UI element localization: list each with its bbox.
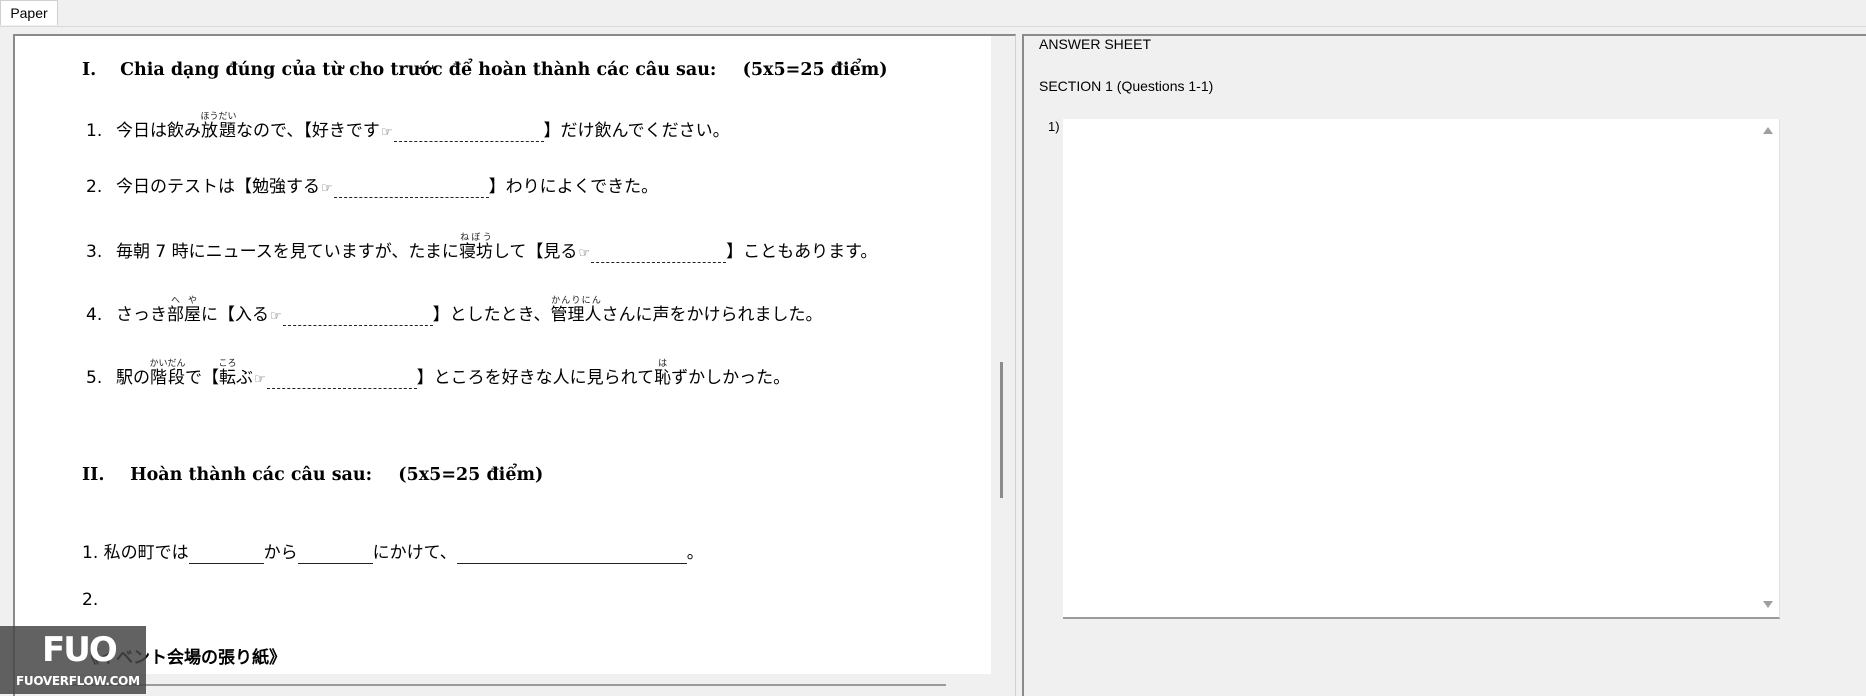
section-2-score: (5x5=25 điểm) xyxy=(398,465,544,485)
answer-blank xyxy=(393,123,544,142)
question-text: 】ところを好きな人に見られて xyxy=(416,368,655,388)
scroll-down-arrow-icon[interactable] xyxy=(1763,601,1773,608)
question-text: 】としたとき、 xyxy=(432,305,551,325)
question-text: 1. 私の町では xyxy=(82,543,189,563)
tab-paper[interactable]: Paper xyxy=(0,0,58,25)
section-1-score: (5x5=25 điểm) xyxy=(742,60,888,80)
question-text: 毎朝 7 時にニュースを見ていますが、たまに xyxy=(116,242,459,262)
question-text: にかけて、 xyxy=(372,543,457,563)
pointing-hand-icon: ☞ xyxy=(270,309,282,324)
question-text: 今日のテストは【勉強する xyxy=(116,177,320,197)
question-4: 4. さっき部屋へやに【入る☞ 】としたとき、管理人かんりにんさんに声をかけられまし… xyxy=(86,296,822,326)
question-number: 1. xyxy=(86,121,103,141)
pointing-hand-icon: ☞ xyxy=(578,246,591,261)
question-text: 】こともあります。 xyxy=(726,242,878,262)
section-2-number: II. xyxy=(82,465,105,485)
furigana: 寝坊ねぼう xyxy=(458,233,493,262)
section-1-title: I. Chia dạng đúng của từ cho trước để ho… xyxy=(82,60,888,80)
question-text: 駅の xyxy=(116,368,150,388)
pointing-hand-icon: ☞ xyxy=(321,181,333,196)
answer-blank xyxy=(591,244,727,263)
answer-sheet-title: ANSWER SHEET xyxy=(1039,36,1152,52)
furigana: 恥は xyxy=(654,359,672,388)
furigana: 部屋へや xyxy=(167,296,201,325)
answer-input[interactable] xyxy=(1063,119,1780,619)
question-number: 5. xyxy=(86,368,103,388)
answer-blank xyxy=(266,370,417,389)
question-text: 。 xyxy=(686,543,704,563)
section-1-number: I. xyxy=(82,60,97,80)
question-5: 5. 駅の階段かいだんで【転ころぶ☞ 】ところを好きな人に見られて恥はずかしかった。 xyxy=(86,359,790,389)
question-number: 2. xyxy=(86,177,103,197)
section-2-instruction: Hoàn thành các câu sau: xyxy=(130,465,373,485)
question-number: 3. xyxy=(86,242,103,262)
question-text: に【入る xyxy=(201,305,269,325)
answer-blank xyxy=(333,179,489,198)
tab-strip: Paper xyxy=(0,0,1866,27)
question-text: 】だけ飲んでください。 xyxy=(543,121,730,141)
question-2: 2. 今日のテストは【勉強する☞ 】わりによくできた。 xyxy=(86,172,658,198)
pointing-hand-icon: ☞ xyxy=(254,372,266,387)
question-text: さんに声をかけられました。 xyxy=(601,305,823,325)
question-number: 4. xyxy=(86,305,103,325)
scroll-up-arrow-icon[interactable] xyxy=(1763,127,1773,134)
question-3: 3. 毎朝 7 時にニュースを見ていますが、たまに寝坊ねぼうして【見る☞ 】こともあ… xyxy=(86,233,877,263)
answer-blank xyxy=(456,545,535,564)
question-text: 】わりによくできた。 xyxy=(488,177,659,197)
furigana: 管理人かんりにん xyxy=(550,296,602,325)
watermark-logo-mark: FUO xyxy=(42,630,118,670)
question-1: 1. 今日は飲み放題ほうだいなので、【好きです☞ 】だけ飲んでください。 xyxy=(86,112,730,142)
pointing-hand-icon: ☞ xyxy=(380,125,393,140)
paper-scrollbar-thumb[interactable] xyxy=(1000,362,1003,498)
question-text: 今日は飲み xyxy=(116,121,201,141)
question-text: から xyxy=(263,543,298,563)
furigana: 放題ほうだい xyxy=(200,112,237,141)
furigana: 階段かいだん xyxy=(149,359,186,388)
answer-blank xyxy=(282,307,433,326)
answer-blank xyxy=(534,545,687,564)
answer-blank xyxy=(188,545,264,564)
section-2-title: II. Hoàn thành các câu sau: (5x5=25 điểm… xyxy=(82,465,543,485)
question-text: して【見る xyxy=(492,242,578,262)
answer-question-label: 1) xyxy=(1048,119,1060,134)
question-text: 2. xyxy=(82,590,99,610)
furigana: 転ころ xyxy=(218,359,237,388)
paper-horizontal-scrollbar[interactable] xyxy=(70,684,946,686)
question-text: なので、【好きです xyxy=(236,121,380,141)
answer-blank xyxy=(297,545,373,564)
section-2-question-2: 2. xyxy=(82,590,98,610)
watermark-text: FUOVERFLOW.COM xyxy=(16,674,140,688)
question-text: さっき xyxy=(116,305,167,325)
question-text: ぶ xyxy=(236,368,254,388)
section-2-question-1: 1. 私の町では から にかけて、 。 xyxy=(82,538,704,564)
question-text: で【 xyxy=(185,368,220,388)
answer-section-heading: SECTION 1 (Questions 1-1) xyxy=(1039,78,1214,94)
question-text: ずかしかった。 xyxy=(671,368,791,388)
section-1-instruction: Chia dạng đúng của từ cho trước để hoàn … xyxy=(120,60,717,80)
